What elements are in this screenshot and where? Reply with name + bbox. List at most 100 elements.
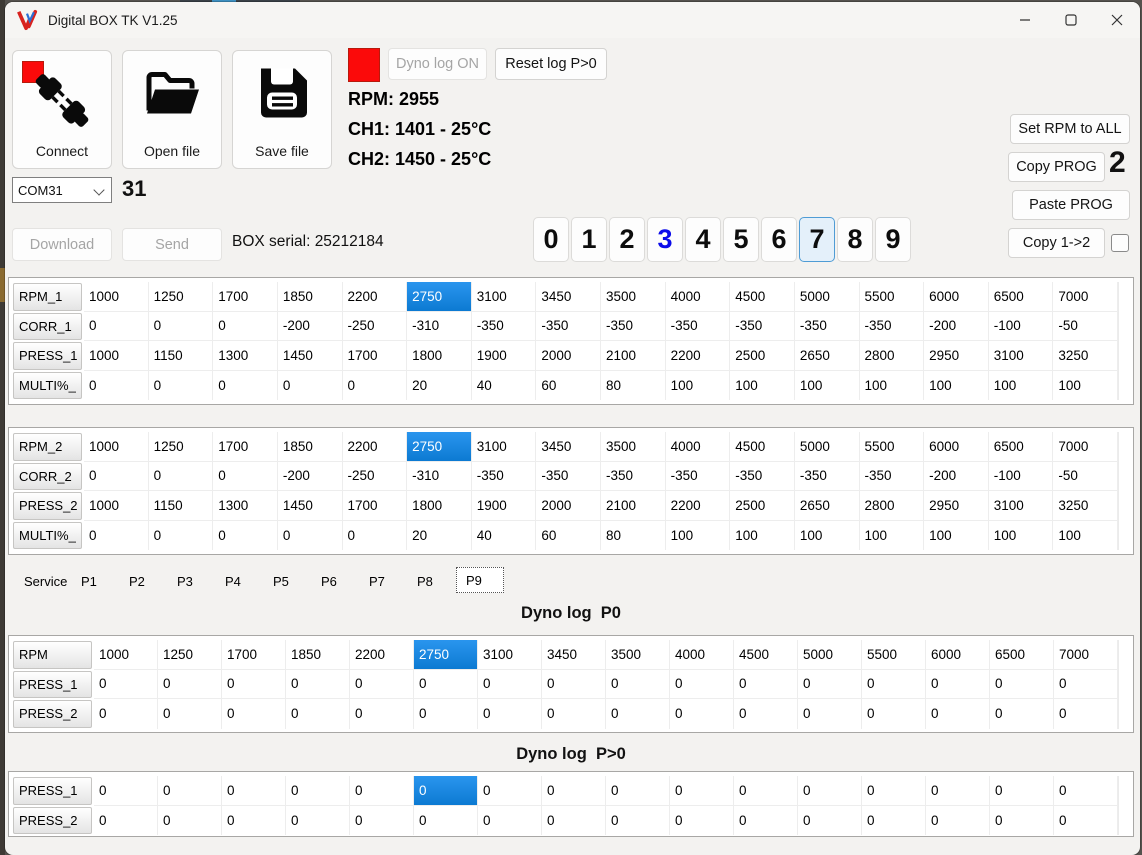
grid-cell[interactable]: 0	[222, 776, 286, 806]
grid-cell[interactable]: 0	[158, 669, 222, 699]
grid-cell[interactable]: 0	[213, 461, 278, 491]
tab-service[interactable]: Service	[14, 569, 72, 593]
grid-cell[interactable]: 100	[989, 520, 1054, 550]
grid-cell[interactable]: 3100	[478, 640, 542, 670]
grid-cell[interactable]: 0	[990, 776, 1054, 806]
grid-cell[interactable]: 1850	[286, 640, 350, 670]
grid-cell[interactable]: -350	[536, 461, 601, 491]
grid-cell[interactable]: 2950	[924, 491, 989, 521]
grid-cell[interactable]: 0	[734, 805, 798, 835]
open-file-button[interactable]: Open file	[122, 50, 222, 169]
grid-cell[interactable]: 1850	[277, 432, 343, 462]
grid-cell[interactable]: 2100	[601, 341, 666, 371]
grid-cell[interactable]: 2200	[665, 491, 731, 521]
grid-cell[interactable]: -350	[471, 311, 537, 341]
grid-cell[interactable]: 0	[734, 699, 798, 729]
grid-cell[interactable]: 3100	[471, 282, 537, 312]
com-port-select[interactable]: COM31	[12, 177, 112, 203]
grid-cell[interactable]: 2800	[859, 491, 925, 521]
row-header-corr_2[interactable]: CORR_2	[13, 462, 82, 490]
grid-cell[interactable]: 5500	[859, 432, 925, 462]
grid-cell[interactable]: 0	[1054, 669, 1118, 699]
grid-cell[interactable]: -200	[277, 461, 343, 491]
close-button[interactable]	[1094, 2, 1140, 38]
grid-cell[interactable]: 1900	[471, 341, 537, 371]
grid-cell[interactable]: 6000	[924, 432, 989, 462]
grid-cell[interactable]: 0	[606, 805, 670, 835]
grid-cell[interactable]: 3100	[988, 341, 1054, 371]
grid-cell[interactable]: 0	[1054, 805, 1118, 835]
grid-cell[interactable]: 3500	[606, 640, 670, 670]
grid-cell[interactable]: 7000	[1054, 640, 1118, 670]
grid-cell[interactable]: 100	[666, 520, 731, 550]
grid-cell[interactable]: 1250	[158, 640, 222, 670]
grid-cell[interactable]: -250	[342, 311, 408, 341]
download-button[interactable]: Download	[12, 228, 112, 261]
grid-cell[interactable]: 3100	[988, 491, 1054, 521]
grid-cell[interactable]: 5000	[794, 282, 860, 312]
prog-digit-9[interactable]: 9	[875, 217, 911, 262]
grid-cell[interactable]: 6500	[988, 432, 1054, 462]
row-header-press_2[interactable]: PRESS_2	[13, 806, 92, 834]
grid-cell[interactable]: 1300	[213, 491, 278, 521]
grid-cell[interactable]: 1250	[148, 282, 214, 312]
grid-cell[interactable]: 2800	[859, 341, 925, 371]
grid-cell[interactable]: -350	[665, 461, 731, 491]
grid-cell[interactable]: 1700	[222, 640, 286, 670]
grid-cell[interactable]: 100	[1053, 370, 1118, 400]
minimize-button[interactable]	[1002, 2, 1048, 38]
grid-cell[interactable]: 1900	[471, 491, 537, 521]
tab-p1[interactable]: P1	[72, 569, 120, 593]
grid-cell[interactable]: 2750	[407, 282, 472, 312]
grid-cell[interactable]: 100	[730, 370, 795, 400]
grid-cell[interactable]: 3100	[471, 432, 537, 462]
copy-1-to-2-button[interactable]: Copy 1->2	[1008, 228, 1105, 258]
grid-cell[interactable]: 0	[414, 699, 478, 729]
grid-cell[interactable]: 0	[286, 669, 350, 699]
grid-cell[interactable]: 20	[407, 370, 472, 400]
prog-digit-5[interactable]: 5	[723, 217, 759, 262]
grid-cell[interactable]: 1000	[84, 491, 149, 521]
grid-cell[interactable]: 4500	[730, 282, 795, 312]
grid-cell[interactable]: 6500	[990, 640, 1054, 670]
grid-cell[interactable]: 1450	[277, 341, 343, 371]
grid-cell[interactable]: 0	[926, 699, 990, 729]
grid-cell[interactable]: 0	[158, 776, 222, 806]
tab-p6[interactable]: P6	[312, 569, 360, 593]
grid-cell[interactable]: 0	[414, 669, 478, 699]
grid-cell[interactable]: 0	[542, 805, 606, 835]
grid-cell[interactable]: 3500	[601, 432, 666, 462]
set-rpm-to-all-button[interactable]: Set RPM to ALL	[1010, 114, 1130, 144]
grid-cell[interactable]: 0	[149, 520, 214, 550]
tab-p3[interactable]: P3	[168, 569, 216, 593]
grid-cell[interactable]: -350	[794, 461, 860, 491]
grid-cell[interactable]: 0	[670, 776, 734, 806]
grid-cell[interactable]: 2200	[350, 640, 414, 670]
grid-cell[interactable]: 20	[407, 520, 472, 550]
grid-cell[interactable]: 0	[862, 699, 926, 729]
grid-cell[interactable]: 4500	[734, 640, 798, 670]
grid-cell[interactable]: 1000	[84, 432, 149, 462]
grid-cell[interactable]: 1700	[213, 432, 278, 462]
grid-cell[interactable]: -350	[794, 311, 860, 341]
grid-cell[interactable]: -310	[407, 461, 472, 491]
grid-cell[interactable]: 0	[350, 669, 414, 699]
grid-cell[interactable]: 0	[158, 699, 222, 729]
grid-cell[interactable]: 0	[213, 370, 278, 400]
grid-cell[interactable]: 1150	[148, 341, 214, 371]
grid-cell[interactable]: 0	[84, 461, 149, 491]
grid-cell[interactable]: 1700	[213, 282, 278, 312]
grid-cell[interactable]: 2750	[407, 432, 472, 462]
grid-cell[interactable]: 6000	[924, 282, 989, 312]
grid-cell[interactable]: 1450	[277, 491, 343, 521]
grid-cell[interactable]: 0	[414, 776, 478, 806]
row-header-press_2[interactable]: PRESS_2	[13, 492, 82, 520]
reset-log-button[interactable]: Reset log P>0	[495, 48, 607, 80]
grid-cell[interactable]: 40	[472, 520, 537, 550]
grid-cell[interactable]: 3450	[536, 282, 601, 312]
grid-cell[interactable]: 0	[862, 805, 926, 835]
grid-cell[interactable]: 2200	[342, 432, 408, 462]
grid-cell[interactable]: 100	[666, 370, 731, 400]
grid-cell[interactable]: 2000	[536, 491, 601, 521]
grid-cell[interactable]: 7000	[1053, 282, 1118, 312]
